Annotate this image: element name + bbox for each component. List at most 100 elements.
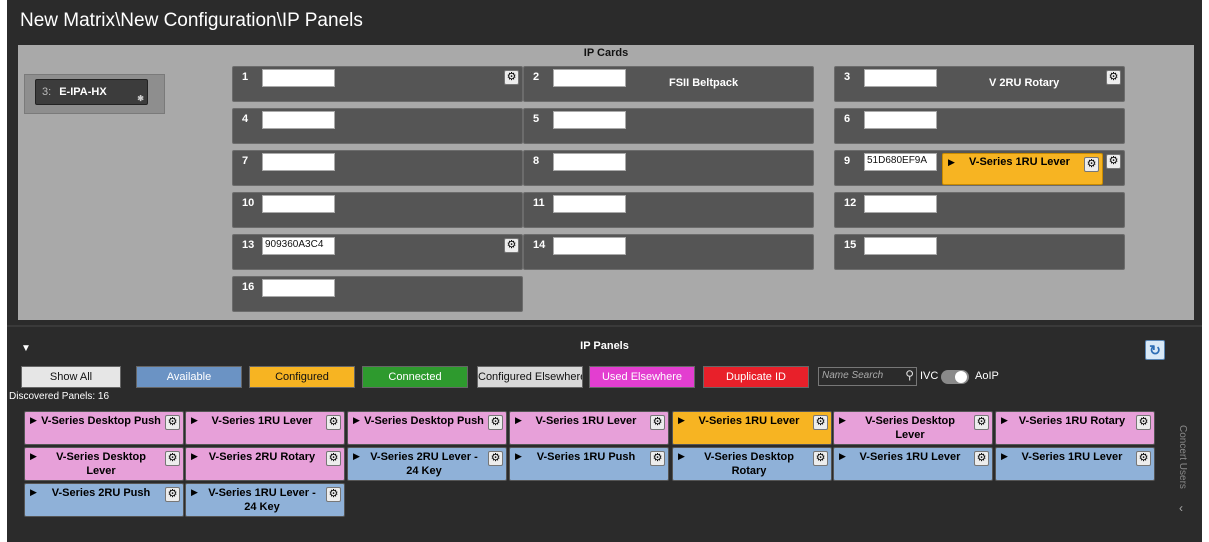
play-icon[interactable]: ▶ bbox=[1001, 451, 1008, 462]
gear-icon[interactable]: ⚙ bbox=[165, 451, 180, 466]
search-input[interactable]: Name Search ⚲ bbox=[818, 367, 917, 386]
panel-tile[interactable]: ▶ V-Series 1RU Push ⚙ bbox=[509, 447, 669, 481]
assigned-panel[interactable]: ▶ V-Series 1RU Lever ⚙ bbox=[942, 153, 1103, 185]
play-icon[interactable]: ▶ bbox=[678, 451, 685, 462]
play-icon[interactable]: ▶ bbox=[515, 415, 522, 426]
slot-id-field[interactable] bbox=[553, 153, 626, 171]
chevron-left-icon[interactable]: ‹ bbox=[1179, 501, 1183, 515]
ip-card-slot[interactable]: 5 bbox=[523, 108, 814, 144]
play-icon[interactable]: ▶ bbox=[353, 451, 360, 462]
play-icon[interactable]: ▶ bbox=[30, 487, 37, 498]
panel-tile[interactable]: ▶ V-Series 2RU Rotary ⚙ bbox=[185, 447, 345, 481]
gear-icon[interactable]: ⚙ bbox=[165, 487, 180, 502]
slot-id-field[interactable]: 909360A3C4 bbox=[262, 237, 335, 255]
ip-card-slot[interactable]: 8 bbox=[523, 150, 814, 186]
play-icon[interactable]: ▶ bbox=[839, 415, 846, 426]
ip-card-slot[interactable]: 9 51D680EF9A ▶ V-Series 1RU Lever ⚙ ⚙ bbox=[834, 150, 1125, 186]
ip-card-slot[interactable]: 7 bbox=[232, 150, 523, 186]
gear-icon[interactable]: ⚙ bbox=[813, 415, 828, 430]
ip-card-slot[interactable]: 10 bbox=[232, 192, 523, 228]
slot-id-field[interactable] bbox=[553, 195, 626, 213]
panel-tile[interactable]: ▶ V-Series 1RU Lever ⚙ bbox=[509, 411, 669, 445]
play-icon[interactable]: ▶ bbox=[191, 487, 198, 498]
panel-tile[interactable]: ▶ V-Series 1RU Lever ⚙ bbox=[185, 411, 345, 445]
gear-icon[interactable]: ✱ bbox=[137, 94, 144, 103]
ip-card-slot[interactable]: 16 bbox=[232, 276, 523, 312]
gear-icon[interactable]: ⚙ bbox=[1136, 415, 1151, 430]
slot-id-field[interactable] bbox=[262, 69, 335, 87]
ip-card-slot[interactable]: 2 FSII Beltpack bbox=[523, 66, 814, 102]
filter-button[interactable]: Duplicate ID bbox=[703, 366, 809, 388]
panel-tile[interactable]: ▶ V-Series Desktop Push ⚙ bbox=[347, 411, 507, 445]
chassis-card-button[interactable]: 3: E-IPA-HX ✱ bbox=[35, 79, 148, 105]
ip-card-slot[interactable]: 6 bbox=[834, 108, 1125, 144]
slot-id-field[interactable] bbox=[262, 153, 335, 171]
refresh-icon[interactable]: ↻ bbox=[1145, 340, 1165, 360]
gear-icon[interactable]: ⚙ bbox=[650, 451, 665, 466]
filter-button[interactable]: Connected bbox=[362, 366, 468, 388]
ip-card-slot[interactable]: 13 909360A3C4 ⚙ bbox=[232, 234, 523, 270]
play-icon[interactable]: ▶ bbox=[948, 157, 955, 168]
gear-icon[interactable]: ⚙ bbox=[326, 415, 341, 430]
gear-icon[interactable]: ⚙ bbox=[813, 451, 828, 466]
ip-card-slot[interactable]: 1 ⚙ bbox=[232, 66, 523, 102]
gear-icon[interactable]: ⚙ bbox=[326, 451, 341, 466]
play-icon[interactable]: ▶ bbox=[30, 415, 37, 426]
gear-icon[interactable]: ⚙ bbox=[1136, 451, 1151, 466]
panel-tile[interactable]: ▶ V-Series Desktop Lever ⚙ bbox=[833, 411, 993, 445]
ip-card-slot[interactable]: 12 bbox=[834, 192, 1125, 228]
panel-tile[interactable]: ▶ V-Series 1RU Lever ⚙ bbox=[995, 447, 1155, 481]
filter-button[interactable]: Configured Elsewhere bbox=[477, 366, 583, 388]
slot-id-field[interactable] bbox=[262, 195, 335, 213]
search-icon[interactable]: ⚲ bbox=[905, 368, 914, 382]
ip-card-slot[interactable]: 11 bbox=[523, 192, 814, 228]
panel-tile[interactable]: ▶ V-Series 2RU Lever - 24 Key ⚙ bbox=[347, 447, 507, 481]
filter-button[interactable]: Used Elsewhere bbox=[589, 366, 695, 388]
slot-id-field[interactable] bbox=[262, 111, 335, 129]
panel-tile[interactable]: ▶ V-Series 1RU Rotary ⚙ bbox=[995, 411, 1155, 445]
play-icon[interactable]: ▶ bbox=[1001, 415, 1008, 426]
panel-tile[interactable]: ▶ V-Series Desktop Push ⚙ bbox=[24, 411, 184, 445]
play-icon[interactable]: ▶ bbox=[839, 451, 846, 462]
filter-button[interactable]: Configured bbox=[249, 366, 355, 388]
filter-button[interactable]: Show All bbox=[21, 366, 121, 388]
panel-tile[interactable]: ▶ V-Series 1RU Lever - 24 Key ⚙ bbox=[185, 483, 345, 517]
gear-icon[interactable]: ⚙ bbox=[1106, 154, 1121, 169]
ip-card-slot[interactable]: 14 bbox=[523, 234, 814, 270]
slot-id-field[interactable] bbox=[864, 69, 937, 87]
ip-card-slot[interactable]: 3 V 2RU Rotary ⚙ bbox=[834, 66, 1125, 102]
concert-users-tab[interactable]: Concert Users ‹ bbox=[1169, 425, 1199, 515]
panel-tile[interactable]: ▶ V-Series 1RU Lever ⚙ bbox=[672, 411, 832, 445]
ivc-aoip-toggle[interactable] bbox=[941, 370, 969, 384]
gear-icon[interactable]: ⚙ bbox=[974, 451, 989, 466]
play-icon[interactable]: ▶ bbox=[353, 415, 360, 426]
filter-button[interactable]: Available bbox=[136, 366, 242, 388]
play-icon[interactable]: ▶ bbox=[678, 415, 685, 426]
play-icon[interactable]: ▶ bbox=[515, 451, 522, 462]
gear-icon[interactable]: ⚙ bbox=[504, 70, 519, 85]
panel-tile[interactable]: ▶ V-Series 2RU Push ⚙ bbox=[24, 483, 184, 517]
play-icon[interactable]: ▶ bbox=[191, 451, 198, 462]
play-icon[interactable]: ▶ bbox=[30, 451, 37, 462]
slot-id-field[interactable]: 51D680EF9A bbox=[864, 153, 937, 171]
slot-id-field[interactable] bbox=[553, 111, 626, 129]
slot-id-field[interactable] bbox=[553, 69, 626, 87]
gear-icon[interactable]: ⚙ bbox=[1084, 157, 1099, 172]
gear-icon[interactable]: ⚙ bbox=[504, 238, 519, 253]
slot-id-field[interactable] bbox=[864, 111, 937, 129]
slot-id-field[interactable] bbox=[553, 237, 626, 255]
gear-icon[interactable]: ⚙ bbox=[974, 415, 989, 430]
gear-icon[interactable]: ⚙ bbox=[165, 415, 180, 430]
slot-id-field[interactable] bbox=[864, 237, 937, 255]
gear-icon[interactable]: ⚙ bbox=[326, 487, 341, 502]
panel-tile[interactable]: ▶ V-Series Desktop Rotary ⚙ bbox=[672, 447, 832, 481]
slot-id-field[interactable] bbox=[864, 195, 937, 213]
panel-tile[interactable]: ▶ V-Series Desktop Lever ⚙ bbox=[24, 447, 184, 481]
panel-tile[interactable]: ▶ V-Series 1RU Lever ⚙ bbox=[833, 447, 993, 481]
gear-icon[interactable]: ⚙ bbox=[650, 415, 665, 430]
ip-card-slot[interactable]: 4 bbox=[232, 108, 523, 144]
ip-card-slot[interactable]: 15 bbox=[834, 234, 1125, 270]
play-icon[interactable]: ▶ bbox=[191, 415, 198, 426]
slot-id-field[interactable] bbox=[262, 279, 335, 297]
gear-icon[interactable]: ⚙ bbox=[488, 451, 503, 466]
